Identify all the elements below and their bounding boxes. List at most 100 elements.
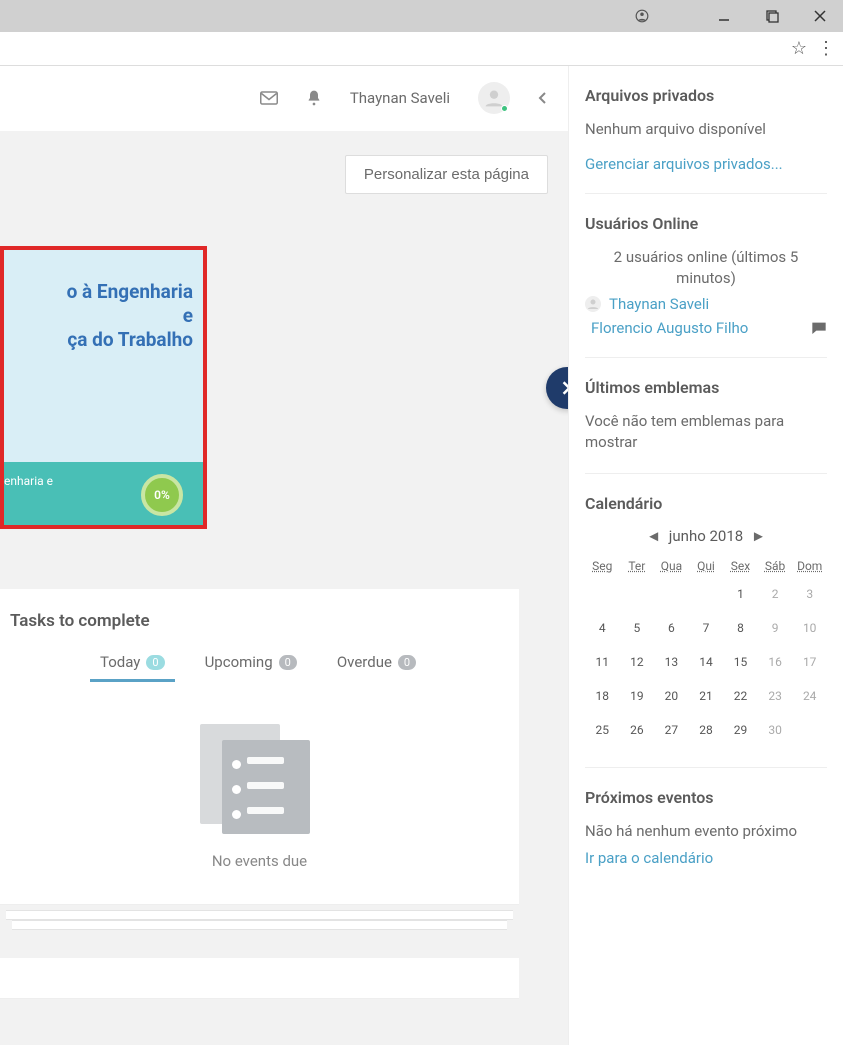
- calendar-day-cell[interactable]: 6: [654, 611, 689, 645]
- calendar-day-cell[interactable]: 19: [620, 679, 655, 713]
- empty-tasks-icon: [200, 724, 320, 834]
- card-stack-shadow: [12, 920, 507, 930]
- customize-page-button[interactable]: Personalizar esta página: [345, 155, 548, 194]
- course-title-line3: ça do Trabalho: [4, 328, 193, 352]
- avatar[interactable]: [478, 82, 510, 114]
- calendar-prev-icon[interactable]: ◄: [642, 527, 665, 545]
- chat-icon[interactable]: [811, 321, 827, 335]
- calendar-day-header: Dom: [792, 555, 827, 577]
- calendar-day-cell[interactable]: 13: [654, 645, 689, 679]
- bookmark-star-icon[interactable]: ☆: [791, 38, 807, 59]
- calendar-block: Calendário ◄ junho 2018 ► SegTerQuaQuiSe…: [585, 494, 827, 768]
- tab-today[interactable]: Today 0: [100, 647, 165, 681]
- calendar-day-cell[interactable]: 18: [585, 679, 620, 713]
- card-stack-shadow: [6, 910, 513, 920]
- calendar-day-cell[interactable]: 5: [620, 611, 655, 645]
- calendar-day-cell[interactable]: 12: [620, 645, 655, 679]
- calendar-day-cell: .: [585, 577, 620, 611]
- course-footer-text: enharia e: [4, 474, 53, 488]
- panel-stub: [0, 958, 519, 998]
- calendar-title: Calendário: [585, 494, 827, 513]
- close-icon[interactable]: [805, 6, 835, 26]
- goto-calendar-link[interactable]: Ir para o calendário: [585, 849, 713, 867]
- manage-files-link[interactable]: Gerenciar arquivos privados...: [585, 155, 783, 173]
- calendar-day-cell[interactable]: 4: [585, 611, 620, 645]
- calendar-day-cell[interactable]: 25: [585, 713, 620, 747]
- calendar-next-icon[interactable]: ►: [747, 527, 770, 545]
- course-title-line2: e: [4, 304, 193, 328]
- calendar-day-header: Ter: [620, 555, 655, 577]
- tab-overdue-label: Overdue: [337, 653, 392, 671]
- online-users-block: Usuários Online 2 usuários online (últim…: [585, 214, 827, 358]
- calendar-day-cell[interactable]: 14: [689, 645, 724, 679]
- tab-today-count: 0: [146, 655, 164, 670]
- calendar-day-cell[interactable]: 23: [758, 679, 793, 713]
- upcoming-title: Próximos eventos: [585, 788, 827, 807]
- calendar-day-cell: .: [792, 713, 827, 747]
- calendar-day-cell[interactable]: 15: [723, 645, 758, 679]
- calendar-day-cell[interactable]: 21: [689, 679, 724, 713]
- online-user-row: Thaynan Saveli: [585, 295, 827, 313]
- notifications-icon[interactable]: [306, 89, 322, 107]
- tab-upcoming-label: Upcoming: [205, 653, 273, 671]
- messages-icon[interactable]: [260, 91, 278, 105]
- calendar-day-header: Seg: [585, 555, 620, 577]
- maximize-icon[interactable]: [757, 6, 787, 26]
- browser-menu-icon[interactable]: ⋮: [817, 38, 835, 59]
- private-files-title: Arquivos privados: [585, 86, 827, 105]
- upcoming-events-block: Próximos eventos Não há nenhum evento pr…: [585, 788, 827, 887]
- tasks-title: Tasks to complete: [10, 611, 509, 631]
- calendar-day-cell[interactable]: 22: [723, 679, 758, 713]
- online-status-dot: [501, 105, 508, 112]
- next-course-button[interactable]: [546, 367, 568, 409]
- calendar-day-cell[interactable]: 2: [758, 577, 793, 611]
- tab-upcoming[interactable]: Upcoming 0: [205, 647, 297, 681]
- calendar-day-cell: .: [689, 577, 724, 611]
- tab-overdue[interactable]: Overdue 0: [337, 647, 416, 681]
- tab-upcoming-count: 0: [279, 655, 297, 670]
- calendar-day-cell[interactable]: 26: [620, 713, 655, 747]
- calendar-day-cell[interactable]: 27: [654, 713, 689, 747]
- badges-empty: Você não tem emblemas para mostrar: [585, 411, 827, 453]
- private-files-empty: Nenhum arquivo disponível: [585, 119, 827, 140]
- badges-title: Últimos emblemas: [585, 378, 827, 397]
- calendar-day-cell[interactable]: 11: [585, 645, 620, 679]
- calendar-day-cell[interactable]: 9: [758, 611, 793, 645]
- calendar-day-cell[interactable]: 16: [758, 645, 793, 679]
- calendar-day-header: Qui: [689, 555, 724, 577]
- progress-badge: 0%: [141, 474, 183, 516]
- calendar-day-cell[interactable]: 30: [758, 713, 793, 747]
- empty-tasks-text: No events due: [212, 852, 307, 870]
- calendar-day-cell[interactable]: 8: [723, 611, 758, 645]
- collapse-sidebar-icon[interactable]: [538, 91, 548, 105]
- calendar-day-cell[interactable]: 29: [723, 713, 758, 747]
- page-header: Thaynan Saveli: [0, 66, 568, 131]
- calendar-day-cell: .: [654, 577, 689, 611]
- online-user-link[interactable]: Thaynan Saveli: [609, 295, 709, 313]
- tab-overdue-count: 0: [398, 655, 416, 670]
- private-files-block: Arquivos privados Nenhum arquivo disponí…: [585, 86, 827, 194]
- online-users-title: Usuários Online: [585, 214, 827, 233]
- calendar-day-header: Sáb: [758, 555, 793, 577]
- tasks-card: Tasks to complete Today 0 Upcoming 0 Ove…: [0, 589, 519, 904]
- account-icon[interactable]: [627, 6, 657, 26]
- calendar-day-cell[interactable]: 10: [792, 611, 827, 645]
- calendar-day-cell[interactable]: 24: [792, 679, 827, 713]
- window-titlebar: [0, 0, 843, 32]
- calendar-day-cell[interactable]: 17: [792, 645, 827, 679]
- online-user-row: Florencio Augusto Filho: [585, 319, 827, 337]
- calendar-day-cell: .: [620, 577, 655, 611]
- minimize-icon[interactable]: [709, 6, 739, 26]
- calendar-day-header: Qua: [654, 555, 689, 577]
- calendar-day-cell[interactable]: 3: [792, 577, 827, 611]
- calendar-day-cell[interactable]: 7: [689, 611, 724, 645]
- badges-block: Últimos emblemas Você não tem emblemas p…: [585, 378, 827, 474]
- user-avatar-icon: [585, 296, 601, 312]
- username-label[interactable]: Thaynan Saveli: [350, 89, 450, 107]
- calendar-day-cell[interactable]: 20: [654, 679, 689, 713]
- calendar-day-cell[interactable]: 1: [723, 577, 758, 611]
- calendar-day-cell[interactable]: 28: [689, 713, 724, 747]
- calendar-month-label[interactable]: junho 2018: [669, 527, 743, 545]
- online-user-link[interactable]: Florencio Augusto Filho: [591, 319, 748, 337]
- course-card[interactable]: o à Engenharia e ça do Trabalho enharia …: [0, 246, 207, 529]
